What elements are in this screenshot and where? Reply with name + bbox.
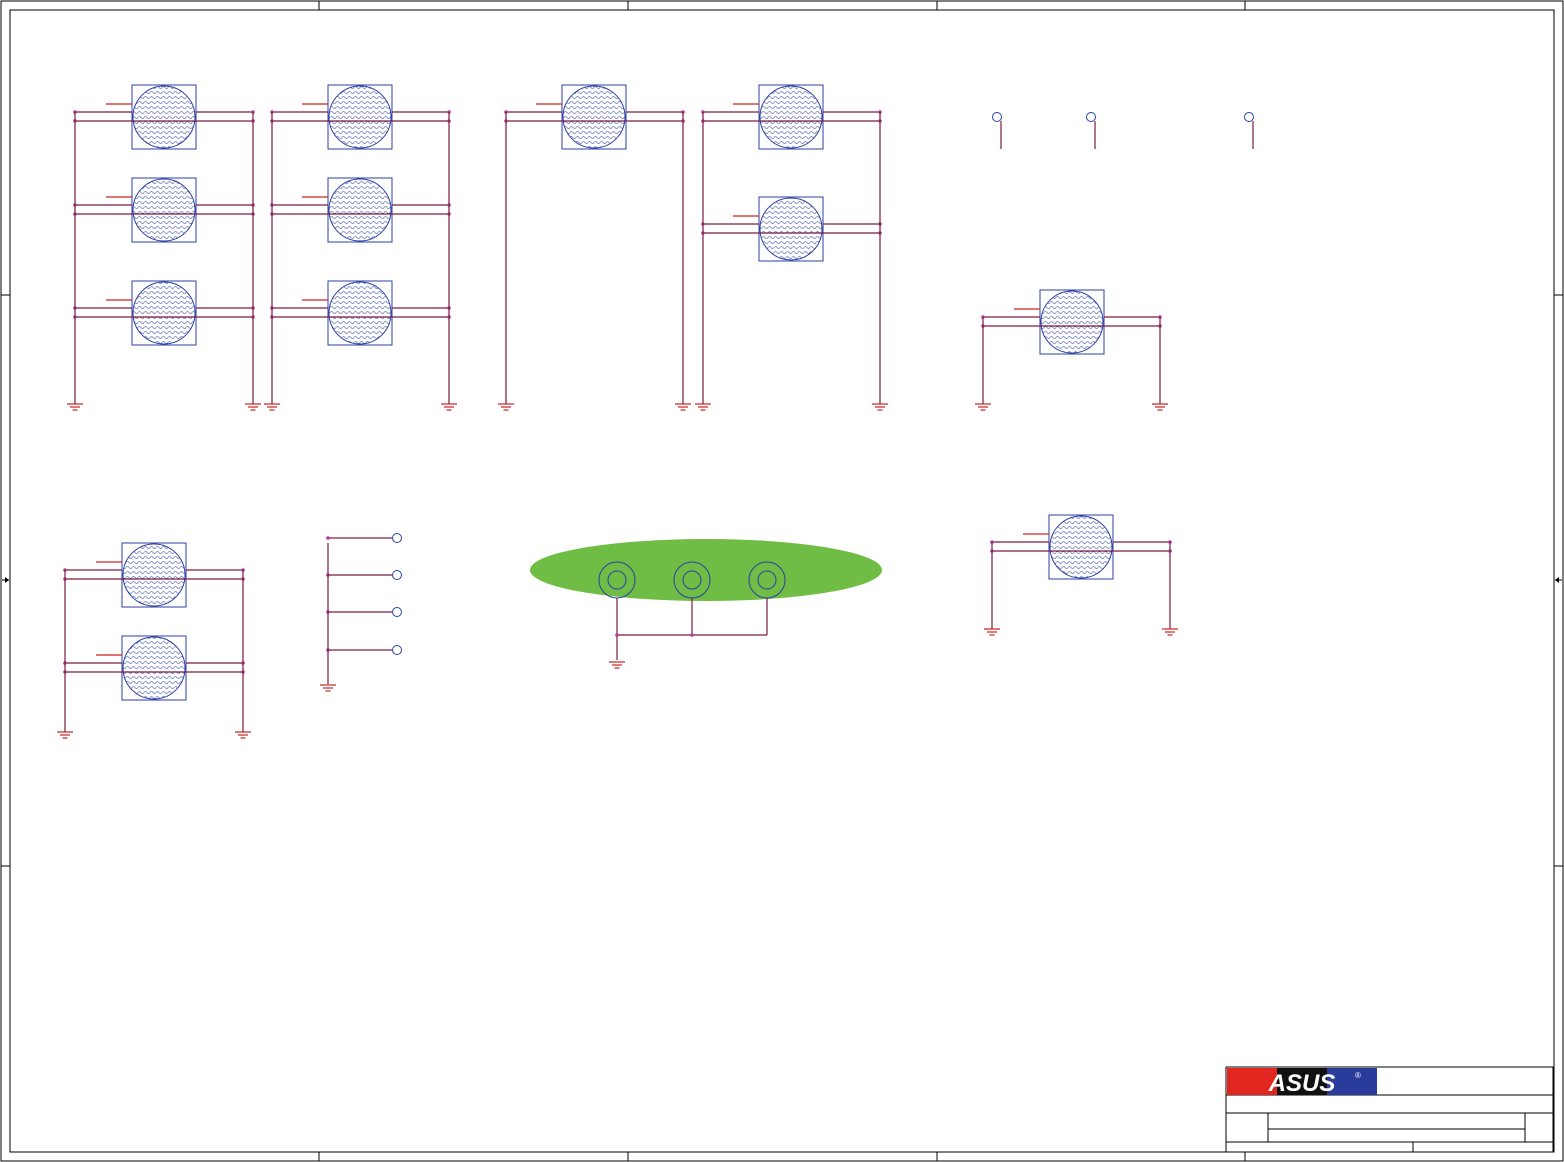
mounting-hole-icon xyxy=(1023,514,1114,580)
mounting-hole-icon xyxy=(1014,289,1105,355)
gasket-pad-group xyxy=(530,539,882,660)
mounting-hole-icon xyxy=(106,84,197,150)
junction-dot xyxy=(326,536,330,540)
wiring xyxy=(63,110,1254,732)
ground-icon xyxy=(320,684,336,692)
mounting-hole-icon xyxy=(106,177,197,243)
ground-icon xyxy=(872,403,888,411)
ground-icon xyxy=(695,403,711,411)
mounting-hole-icon xyxy=(106,280,197,346)
mounting-hole-icon xyxy=(733,84,824,150)
test-point-icon xyxy=(1244,112,1254,122)
ground-icon xyxy=(984,628,1000,636)
ground-icon xyxy=(235,731,251,739)
logo-text: ASUS xyxy=(1268,1070,1336,1097)
test-point-icon xyxy=(1086,112,1096,122)
ground-icon xyxy=(609,661,625,669)
mounting-hole-icon xyxy=(536,84,627,150)
ground-icon xyxy=(675,403,691,411)
arrow-left-icon xyxy=(2,577,9,583)
ground-icon xyxy=(441,403,457,411)
test-point-icon xyxy=(392,570,402,580)
test-point-icon xyxy=(392,607,402,617)
mounting-hole-icon xyxy=(302,177,393,243)
mounting-hole-icon xyxy=(96,542,187,608)
test-point-icon xyxy=(992,112,1002,122)
registered-mark: ® xyxy=(1355,1071,1361,1080)
mounting-hole-icon xyxy=(96,635,187,701)
mounting-hole-icon xyxy=(302,280,393,346)
mounting-holes xyxy=(96,84,1114,701)
ground-icon xyxy=(1162,628,1178,636)
ground-icon xyxy=(975,403,991,411)
title-block: ASUS ® xyxy=(1225,1066,1554,1153)
ground-icon xyxy=(498,403,514,411)
mounting-hole-icon xyxy=(302,84,393,150)
ground-icon xyxy=(67,403,83,411)
ground-icon xyxy=(245,403,261,411)
test-point-icon xyxy=(392,645,402,655)
ground-icon xyxy=(57,731,73,739)
arrow-right-icon xyxy=(1555,577,1562,583)
ground-icon xyxy=(1152,403,1168,411)
mounting-hole-icon xyxy=(733,196,824,262)
ground-icon xyxy=(264,403,280,411)
asus-logo: ASUS ® xyxy=(1227,1068,1377,1097)
schematic-sheet: ASUS ® xyxy=(0,0,1564,1162)
test-point-icon xyxy=(392,533,402,543)
